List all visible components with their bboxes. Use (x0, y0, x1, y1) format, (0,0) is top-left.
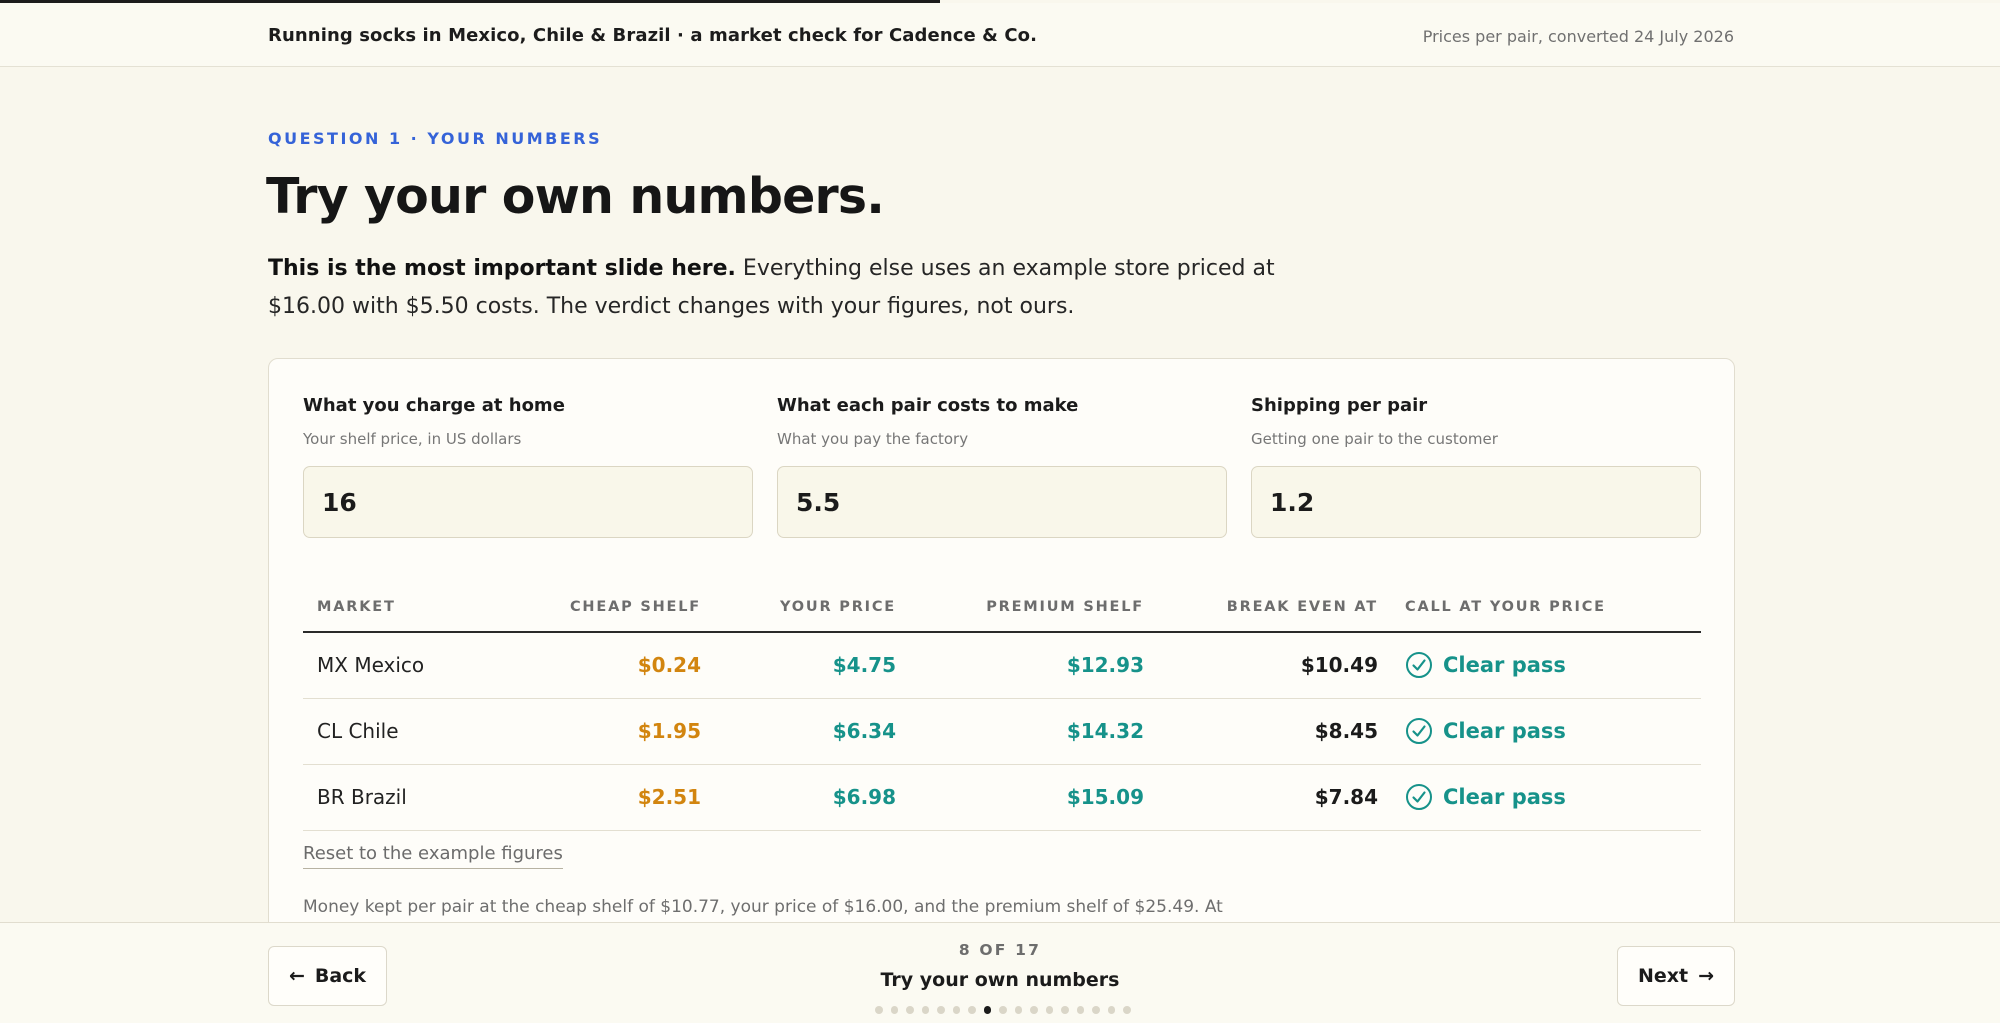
reset-link[interactable]: Reset to the example figures (303, 843, 563, 869)
slide-dot[interactable] (1123, 1006, 1131, 1014)
slide-dot[interactable] (1076, 1006, 1085, 1014)
table-header: MARKET CHEAP SHELF YOUR PRICE PREMIUM SH… (303, 579, 1701, 633)
cheap-shelf-value: $1.95 (637, 719, 701, 743)
home-price-input[interactable] (303, 466, 753, 538)
shipping-label: Shipping per pair (1251, 395, 1428, 416)
table-row: CL Chile $1.95 $6.34 $14.32 $8.45 Clear … (303, 699, 1701, 765)
slide-dot[interactable] (1107, 1006, 1116, 1014)
arrow-right-icon: → (1698, 965, 1715, 987)
cost-label: What each pair costs to make (777, 395, 1079, 416)
break-even-value: $7.84 (1314, 785, 1378, 809)
col-cheap-shelf: CHEAP SHELF (569, 599, 701, 615)
slide-dot[interactable] (1045, 1006, 1054, 1014)
table-row: MX Mexico $0.24 $4.75 $12.93 $10.49 Clea… (303, 633, 1701, 699)
slide-dots (875, 1006, 1131, 1016)
bottom-nav: ← Back 8 OF 17 Try your own numbers Next… (0, 922, 2000, 1023)
deck-title: Running socks in Mexico, Chile & Brazil … (268, 25, 1038, 46)
slide-dot[interactable] (875, 1006, 883, 1014)
footnote: Money kept per pair at the cheap shelf o… (303, 897, 1223, 917)
col-premium-shelf: PREMIUM SHELF (986, 599, 1144, 615)
home-price-hint: Your shelf price, in US dollars (303, 430, 522, 448)
break-even-value: $8.45 (1314, 719, 1378, 743)
premium-shelf-value: $15.09 (1066, 785, 1144, 809)
call-verdict: Clear pass (1405, 783, 1566, 811)
shipping-input[interactable] (1251, 466, 1701, 538)
slide-dot[interactable] (968, 1006, 976, 1014)
slide-headline: Try your own numbers. (266, 168, 885, 225)
slide-dot[interactable] (906, 1006, 914, 1014)
next-button[interactable]: Next → (1617, 946, 1735, 1006)
premium-shelf-value: $14.32 (1066, 719, 1144, 743)
cost-field: What each pair costs to make What you pa… (777, 395, 1227, 538)
call-verdict: Clear pass (1405, 717, 1566, 745)
cheap-shelf-value: $0.24 (637, 653, 701, 677)
table-row: BR Brazil $2.51 $6.98 $15.09 $7.84 Clear… (303, 765, 1701, 831)
check-circle-icon (1406, 652, 1432, 678)
call-label: Clear pass (1443, 653, 1566, 677)
call-label: Clear pass (1443, 719, 1566, 743)
market-table: MARKET CHEAP SHELF YOUR PRICE PREMIUM SH… (303, 579, 1701, 831)
col-market: MARKET (317, 599, 396, 615)
home-price-label: What you charge at home (303, 395, 565, 416)
your-price-value: $6.34 (832, 719, 896, 743)
slide-dot[interactable] (937, 1006, 945, 1014)
break-even-value: $10.49 (1300, 653, 1378, 677)
slide-dot[interactable] (1092, 1006, 1100, 1014)
home-price-field: What you charge at home Your shelf price… (303, 395, 753, 538)
intro-emphasis: This is the most important slide here. (268, 256, 736, 281)
slide-dot[interactable] (999, 1006, 1007, 1014)
check-circle-icon (1406, 718, 1432, 744)
slide-dot[interactable] (1061, 1006, 1069, 1014)
call-label: Clear pass (1443, 785, 1566, 809)
slide-eyebrow: QUESTION 1 · YOUR NUMBERS (268, 129, 603, 148)
market-name: MX Mexico (317, 653, 425, 677)
your-price-value: $4.75 (832, 653, 896, 677)
slide-dot[interactable] (952, 1006, 961, 1014)
col-your-price: YOUR PRICE (779, 599, 896, 615)
shipping-field: Shipping per pair Getting one pair to th… (1251, 395, 1701, 538)
market-name: BR Brazil (317, 785, 407, 809)
slide-dot[interactable] (890, 1006, 899, 1014)
col-break-even: BREAK EVEN AT (1226, 599, 1378, 615)
cost-input[interactable] (777, 466, 1227, 538)
shipping-hint: Getting one pair to the customer (1251, 430, 1498, 448)
cheap-shelf-value: $2.51 (637, 785, 701, 809)
slide-dot[interactable] (921, 1006, 930, 1014)
slide-intro: This is the most important slide here. E… (268, 250, 1328, 326)
market-name: CL Chile (317, 719, 399, 743)
premium-shelf-value: $12.93 (1066, 653, 1144, 677)
your-price-value: $6.98 (832, 785, 896, 809)
col-call: CALL AT YOUR PRICE (1405, 599, 1606, 615)
slide-dot[interactable] (1030, 1006, 1038, 1014)
call-verdict: Clear pass (1405, 651, 1566, 679)
top-bar: Running socks in Mexico, Chile & Brazil … (0, 3, 2000, 67)
slide-dot[interactable] (1014, 1006, 1023, 1014)
conversion-note: Prices per pair, converted 24 July 2026 (1422, 27, 1734, 46)
slide-dot-active[interactable] (983, 1006, 992, 1014)
next-label: Next (1637, 965, 1689, 987)
cost-hint: What you pay the factory (777, 430, 969, 448)
check-circle-icon (1406, 784, 1432, 810)
